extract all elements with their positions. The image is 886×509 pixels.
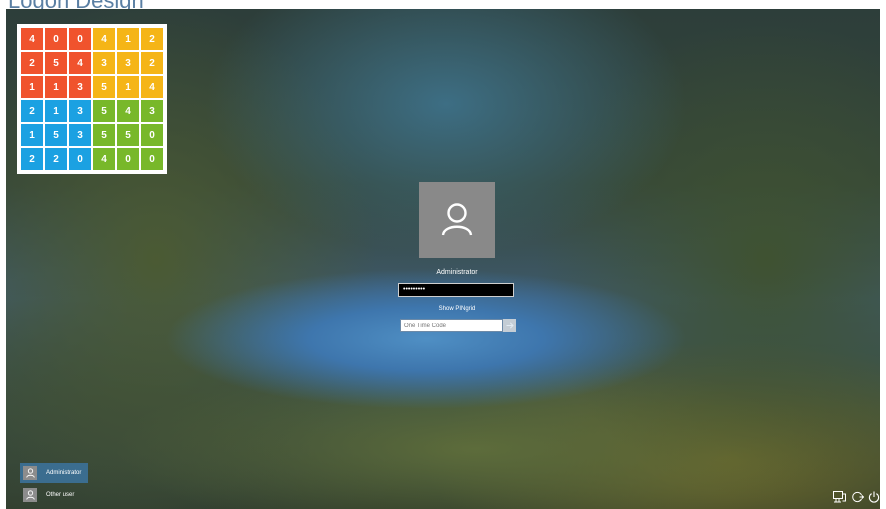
user-icon <box>441 203 473 236</box>
pin-grid-cell: 4 <box>93 28 115 50</box>
pin-grid-cell: 1 <box>117 28 139 50</box>
pin-grid-cell: 5 <box>93 100 115 122</box>
pin-grid-cell: 0 <box>141 148 163 170</box>
pin-grid-cell: 0 <box>141 124 163 146</box>
pin-grid-cell: 2 <box>45 148 67 170</box>
pin-grid-cell: 0 <box>69 28 91 50</box>
pin-grid-cell: 1 <box>21 76 43 98</box>
user-avatar <box>419 182 495 258</box>
pin-grid-cell: 5 <box>93 76 115 98</box>
pin-grid-cell: 2 <box>21 52 43 74</box>
network-icon[interactable] <box>833 490 846 508</box>
pin-grid-cell: 4 <box>21 28 43 50</box>
user-switch-label: Other user <box>46 492 75 498</box>
user-icon <box>23 488 37 502</box>
pin-grid-cell: 5 <box>45 52 67 74</box>
password-mask: ••••••••• <box>403 286 426 293</box>
one-time-code-field[interactable] <box>400 319 503 332</box>
pin-grid-cell: 0 <box>45 28 67 50</box>
pin-grid-cell: 2 <box>21 148 43 170</box>
user-icon <box>23 466 37 480</box>
pin-grid-cell: 3 <box>93 52 115 74</box>
pin-grid-cell: 3 <box>69 100 91 122</box>
lock-screen-background: 400412254332113514213543153550220400 Adm… <box>6 9 880 509</box>
user-switch-other-user[interactable]: Other user <box>20 485 88 505</box>
pin-grid-cell: 1 <box>21 124 43 146</box>
pin-grid-cell: 5 <box>117 124 139 146</box>
pin-grid-cell: 5 <box>93 124 115 146</box>
pin-grid-cell: 3 <box>69 76 91 98</box>
pin-grid-cell: 3 <box>141 100 163 122</box>
pin-grid-cell: 4 <box>93 148 115 170</box>
pin-grid-cell: 0 <box>69 148 91 170</box>
username-label: Administrator <box>436 269 478 276</box>
pin-grid-cell: 2 <box>141 52 163 74</box>
pin-grid-cell: 0 <box>117 148 139 170</box>
arrow-right-icon <box>506 322 514 329</box>
pin-grid-cell: 1 <box>117 76 139 98</box>
pin-grid-cell: 1 <box>45 100 67 122</box>
user-switch-administrator[interactable]: Administrator <box>20 463 88 483</box>
user-switch-label: Administrator <box>46 470 82 476</box>
pin-grid-cell: 5 <box>45 124 67 146</box>
pin-grid-cell: 2 <box>141 28 163 50</box>
pin-grid-cell: 1 <box>45 76 67 98</box>
pin-grid: 400412254332113514213543153550220400 <box>17 24 167 174</box>
show-pingrid-link[interactable]: Show PINgrid <box>401 306 513 312</box>
password-field[interactable]: ••••••••• <box>398 283 514 297</box>
pin-grid-cell: 4 <box>141 76 163 98</box>
pin-grid-cell: 2 <box>21 100 43 122</box>
pin-grid-cell: 3 <box>69 124 91 146</box>
ease-of-access-icon[interactable] <box>851 490 865 508</box>
submit-button[interactable] <box>503 319 516 332</box>
power-icon[interactable] <box>868 490 880 508</box>
pin-grid-cell: 3 <box>117 52 139 74</box>
one-time-code-input[interactable] <box>401 320 502 331</box>
pin-grid-cell: 4 <box>117 100 139 122</box>
pin-grid-cell: 4 <box>69 52 91 74</box>
